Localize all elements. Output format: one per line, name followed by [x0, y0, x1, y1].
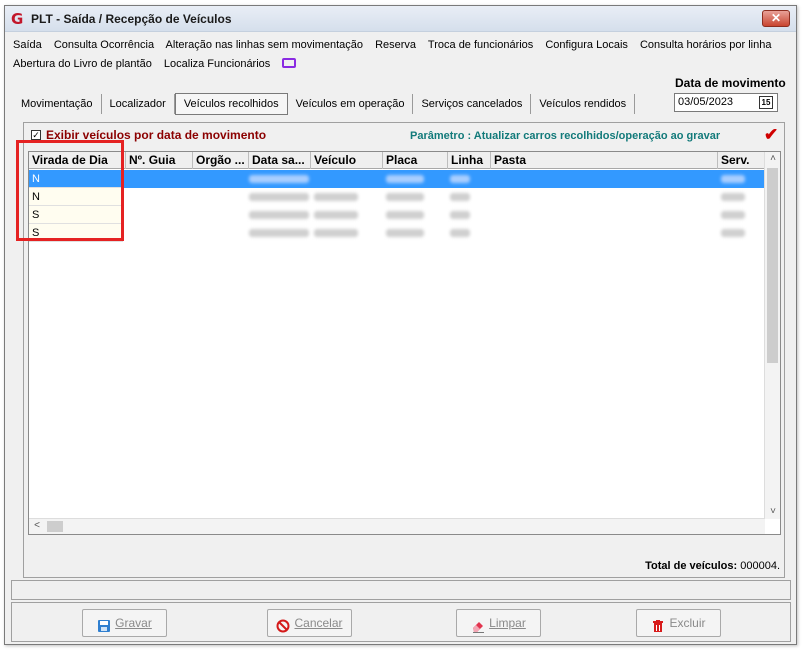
menu-item-configura-locais[interactable]: Configura Locais: [545, 39, 628, 51]
title-bar: G PLT - Saída / Recepção de Veículos ✕: [5, 6, 796, 32]
status-bar: [11, 580, 791, 600]
tab-veiculos-recolhidos[interactable]: Veículos recolhidos: [174, 93, 288, 115]
total-vehicles: Total de veículos: 000004.: [645, 560, 780, 572]
parameter-text: Parâmetro : Atualizar carros recolhidos/…: [410, 130, 721, 142]
eraser-icon: [471, 616, 485, 633]
col-data-saida[interactable]: Data sa...: [249, 152, 311, 169]
cancel-label: Cancelar: [294, 616, 343, 630]
calendar-icon[interactable]: 15: [759, 96, 773, 109]
menu-item-consulta-ocorrencia[interactable]: Consulta Ocorrência: [54, 39, 154, 51]
delete-button[interactable]: Excluir: [636, 609, 721, 637]
table-row[interactable]: [29, 206, 765, 224]
menu-item-localiza-funcionarios[interactable]: Localiza Funcionários: [164, 58, 270, 70]
scroll-left-icon[interactable]: <: [29, 520, 45, 531]
date-value: 03/05/2023: [678, 96, 734, 108]
menu-item-consulta-horarios[interactable]: Consulta horários por linha: [640, 39, 771, 51]
menu-bar: Saída Consulta Ocorrência Alteração nas …: [13, 36, 788, 74]
tab-veiculos-em-operacao[interactable]: Veículos em operação: [288, 94, 414, 114]
tab-movimentacao[interactable]: Movimentação: [13, 94, 102, 114]
window-title: PLT - Saída / Recepção de Veículos: [31, 12, 232, 26]
vehicles-panel: ✓ Exibir veículos por data de movimento …: [23, 122, 785, 578]
save-label: Gravar: [115, 616, 152, 630]
button-bar: Gravar Cancelar Limpar Excluir: [11, 602, 791, 642]
vertical-scrollbar[interactable]: ˄ ˅: [764, 152, 780, 519]
table-row[interactable]: [29, 224, 765, 242]
vertical-scroll-thumb[interactable]: [767, 168, 778, 363]
delete-label: Excluir: [669, 616, 706, 630]
menu-row-2: Abertura do Livro de plantão Localiza Fu…: [13, 55, 788, 74]
monitor-icon[interactable]: [282, 58, 297, 69]
floppy-disk-icon: [97, 616, 111, 632]
menu-item-reserva[interactable]: Reserva: [375, 39, 416, 51]
col-linha[interactable]: Linha: [448, 152, 491, 169]
scroll-down-icon[interactable]: ˅: [765, 506, 780, 517]
tab-localizador[interactable]: Localizador: [102, 94, 175, 114]
date-input[interactable]: 03/05/2023 15: [674, 93, 778, 112]
menu-item-abertura-livro[interactable]: Abertura do Livro de plantão: [13, 58, 152, 70]
confirm-check-icon[interactable]: ✔: [764, 125, 778, 145]
cancel-circle-icon: [276, 616, 290, 633]
col-veiculo[interactable]: Veículo: [311, 152, 383, 169]
cancel-button[interactable]: Cancelar: [267, 609, 352, 637]
main-window: G PLT - Saída / Recepção de Veículos ✕ S…: [4, 5, 797, 645]
tab-servicos-cancelados[interactable]: Serviços cancelados: [413, 94, 532, 114]
total-value: 000004.: [740, 560, 780, 572]
tab-veiculos-rendidos[interactable]: Veículos rendidos: [531, 94, 636, 114]
col-numero-guia[interactable]: Nº. Guia: [126, 152, 193, 169]
col-serv[interactable]: Serv.: [718, 152, 765, 169]
horizontal-scroll-thumb[interactable]: [47, 521, 63, 532]
close-button[interactable]: ✕: [762, 10, 790, 27]
save-button[interactable]: Gravar: [82, 609, 167, 637]
clear-button[interactable]: Limpar: [456, 609, 541, 637]
menu-item-saida[interactable]: Saída: [13, 39, 42, 51]
total-label: Total de veículos:: [645, 560, 738, 572]
horizontal-scrollbar[interactable]: <: [29, 518, 765, 534]
app-logo-icon: G: [11, 10, 24, 28]
scroll-up-icon[interactable]: ˄: [765, 153, 780, 164]
grid-header: Virada de Dia Nº. Guia Orgão ... Data sa…: [29, 152, 765, 169]
col-orgao[interactable]: Orgão ...: [193, 152, 249, 169]
menu-item-troca-funcionarios[interactable]: Troca de funcionários: [428, 39, 533, 51]
col-placa[interactable]: Placa: [383, 152, 448, 169]
clear-label: Limpar: [489, 616, 526, 630]
filter-checkbox[interactable]: ✓: [31, 130, 41, 140]
date-label: Data de movimento: [675, 76, 786, 90]
highlight-box: [16, 140, 124, 241]
vehicles-grid[interactable]: Virada de Dia Nº. Guia Orgão ... Data sa…: [28, 151, 781, 535]
tab-strip: Movimentação Localizador Veículos recolhid…: [13, 93, 636, 115]
table-row[interactable]: [29, 188, 765, 206]
menu-item-alteracao-linhas[interactable]: Alteração nas linhas sem movimentação: [166, 39, 363, 51]
menu-row-1: Saída Consulta Ocorrência Alteração nas …: [13, 36, 788, 55]
col-pasta[interactable]: Pasta: [491, 152, 718, 169]
table-row[interactable]: [29, 170, 765, 188]
trash-icon: [651, 616, 665, 632]
